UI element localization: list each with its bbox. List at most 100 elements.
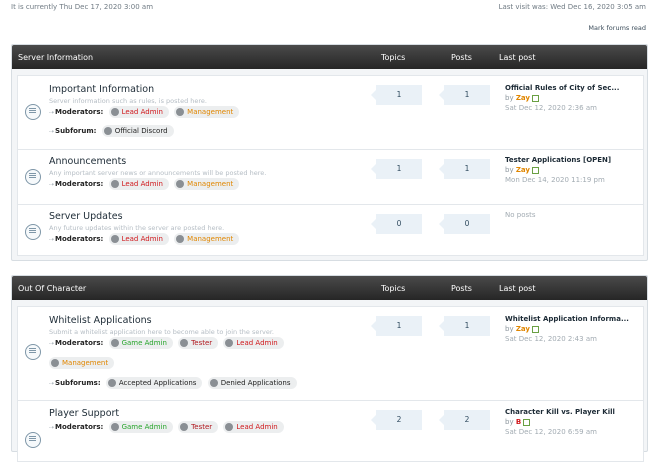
moderator-badge[interactable]: Management xyxy=(174,233,240,245)
last-post-author[interactable]: Zay xyxy=(516,325,530,333)
moderator-badge[interactable]: Lead Admin xyxy=(108,178,169,190)
forum-read-icon xyxy=(25,224,41,240)
forum-description: Any important server news or announcemen… xyxy=(49,169,267,177)
last-post-date: Sat Dec 12, 2020 2:43 am xyxy=(505,335,597,343)
subforum-icon xyxy=(103,127,112,135)
forum-read-icon xyxy=(25,344,41,360)
posts-count: 0 xyxy=(439,214,490,234)
moderator-badge[interactable]: Tester xyxy=(178,337,219,349)
category-title[interactable]: Out Of Character xyxy=(18,284,86,293)
category-server-information: Server Information Topics Posts Last pos… xyxy=(11,44,648,261)
moderators-line: ⇢Moderators: Lead Admin Management xyxy=(49,233,242,245)
last-post-author[interactable]: Zay xyxy=(516,166,530,174)
last-post: Tester Applications [OPEN] by Zay Mon De… xyxy=(505,156,635,184)
group-icon xyxy=(110,108,119,116)
moderators-label: Moderators: xyxy=(55,108,104,116)
last-post-title[interactable]: Tester Applications [OPEN] xyxy=(505,156,635,164)
last-post-author[interactable]: Zay xyxy=(516,94,530,102)
last-post-date: Mon Dec 14, 2020 11:19 pm xyxy=(505,176,605,184)
moderator-badge[interactable]: Tester xyxy=(178,421,219,433)
moderator-badge[interactable]: Management xyxy=(49,357,115,369)
forum-title[interactable]: Whitelist Applications xyxy=(49,315,152,326)
last-post-date: Sat Dec 12, 2020 6:59 am xyxy=(505,428,597,436)
forum-row: Important Information Server information… xyxy=(17,75,644,151)
posts-column-header: Posts xyxy=(451,284,472,293)
group-icon xyxy=(225,423,234,431)
header-pointer xyxy=(20,69,26,72)
last-post: Character Kill vs. Player Kill by B Sat … xyxy=(505,408,635,436)
goto-post-icon[interactable] xyxy=(523,418,531,426)
moderator-badge[interactable]: Game Admin xyxy=(108,337,173,349)
group-icon xyxy=(176,180,185,188)
forum-read-icon xyxy=(25,169,41,185)
topics-column-header: Topics xyxy=(381,284,406,293)
mark-forums-read-link[interactable]: Mark forums read xyxy=(588,24,646,32)
group-icon xyxy=(180,423,189,431)
group-icon xyxy=(110,235,119,243)
last-post-column-header: Last post xyxy=(499,284,536,293)
moderators-label: Moderators: xyxy=(55,423,104,431)
forum-row: Server Updates Any future updates within… xyxy=(17,204,644,256)
moderator-badge[interactable]: Game Admin xyxy=(108,421,173,433)
group-icon xyxy=(176,235,185,243)
posts-count: 1 xyxy=(439,159,490,179)
moderator-badge[interactable]: Management xyxy=(174,178,240,190)
goto-post-icon[interactable] xyxy=(531,166,539,174)
topics-column-header: Topics xyxy=(381,53,406,62)
group-icon xyxy=(225,339,234,347)
topics-count: 1 xyxy=(371,159,422,179)
last-post-column-header: Last post xyxy=(499,53,536,62)
subforum-icon xyxy=(209,379,218,387)
moderators-label: Moderators: xyxy=(55,180,104,188)
moderators-line: ⇢Moderators: Lead Admin Management xyxy=(49,106,242,118)
last-post-title[interactable]: Official Rules of City of Sec... xyxy=(505,84,635,92)
subforum-line: ⇢Subforum: Official Discord xyxy=(49,125,177,137)
subforum-link[interactable]: Official Discord xyxy=(101,125,174,137)
group-icon xyxy=(110,339,119,347)
moderators-line-continued: Management xyxy=(49,357,117,369)
moderators-label: Moderators: xyxy=(55,339,104,347)
forum-title[interactable]: Announcements xyxy=(49,156,126,167)
subforum-link[interactable]: Denied Applications xyxy=(207,377,297,389)
moderator-badge[interactable]: Lead Admin xyxy=(108,106,169,118)
forum-row: Whitelist Applications Submit a whitelis… xyxy=(17,306,644,402)
current-time: It is currently Thu Dec 17, 2020 3:00 am xyxy=(11,3,154,11)
moderators-line: ⇢Moderators: Game Admin Tester Lead Admi… xyxy=(49,337,287,349)
last-post-title[interactable]: Character Kill vs. Player Kill xyxy=(505,408,635,416)
group-icon xyxy=(180,339,189,347)
subforums-line: ⇢Subforums: Accepted Applications Denied… xyxy=(49,377,300,389)
group-icon xyxy=(176,108,185,116)
last-post-title[interactable]: Whitelist Application Informa... xyxy=(505,315,635,323)
forum-title[interactable]: Player Support xyxy=(49,408,119,419)
forum-row: Player Support ⇢Moderators: Game Admin T… xyxy=(17,400,644,462)
goto-post-icon[interactable] xyxy=(531,94,539,102)
last-post-author[interactable]: B xyxy=(516,418,521,426)
goto-post-icon[interactable] xyxy=(531,325,539,333)
subforum-icon xyxy=(107,379,116,387)
category-title[interactable]: Server Information xyxy=(18,53,93,62)
forum-read-icon xyxy=(25,432,41,448)
moderator-badge[interactable]: Lead Admin xyxy=(108,233,169,245)
last-post-date: Sat Dec 12, 2020 2:36 am xyxy=(505,104,597,112)
moderator-badge[interactable]: Management xyxy=(174,106,240,118)
posts-count: 2 xyxy=(439,410,490,430)
subforums-label: Subforums: xyxy=(55,379,101,387)
subforum-link[interactable]: Accepted Applications xyxy=(105,377,203,389)
topics-count: 0 xyxy=(371,214,422,234)
posts-count: 1 xyxy=(439,85,490,105)
forum-description: Server information such as rules, is pos… xyxy=(49,97,207,105)
group-icon xyxy=(51,359,59,367)
forum-row: Announcements Any important server news … xyxy=(17,149,644,206)
moderators-line: ⇢Moderators: Game Admin Tester Lead Admi… xyxy=(49,421,287,433)
category-header: Out Of Character Topics Posts Last post xyxy=(12,276,647,303)
forum-read-icon xyxy=(25,104,41,120)
last-post: Whitelist Application Informa... by Zay … xyxy=(505,315,635,343)
forum-description: Any future updates within the server are… xyxy=(49,224,225,232)
topics-count: 2 xyxy=(371,410,422,430)
category-out-of-character: Out Of Character Topics Posts Last post … xyxy=(11,275,648,462)
moderator-badge[interactable]: Lead Admin xyxy=(223,337,284,349)
moderators-line: ⇢Moderators: Lead Admin Management xyxy=(49,178,242,190)
moderator-badge[interactable]: Lead Admin xyxy=(223,421,284,433)
forum-title[interactable]: Important Information xyxy=(49,84,154,95)
forum-title[interactable]: Server Updates xyxy=(49,211,123,222)
